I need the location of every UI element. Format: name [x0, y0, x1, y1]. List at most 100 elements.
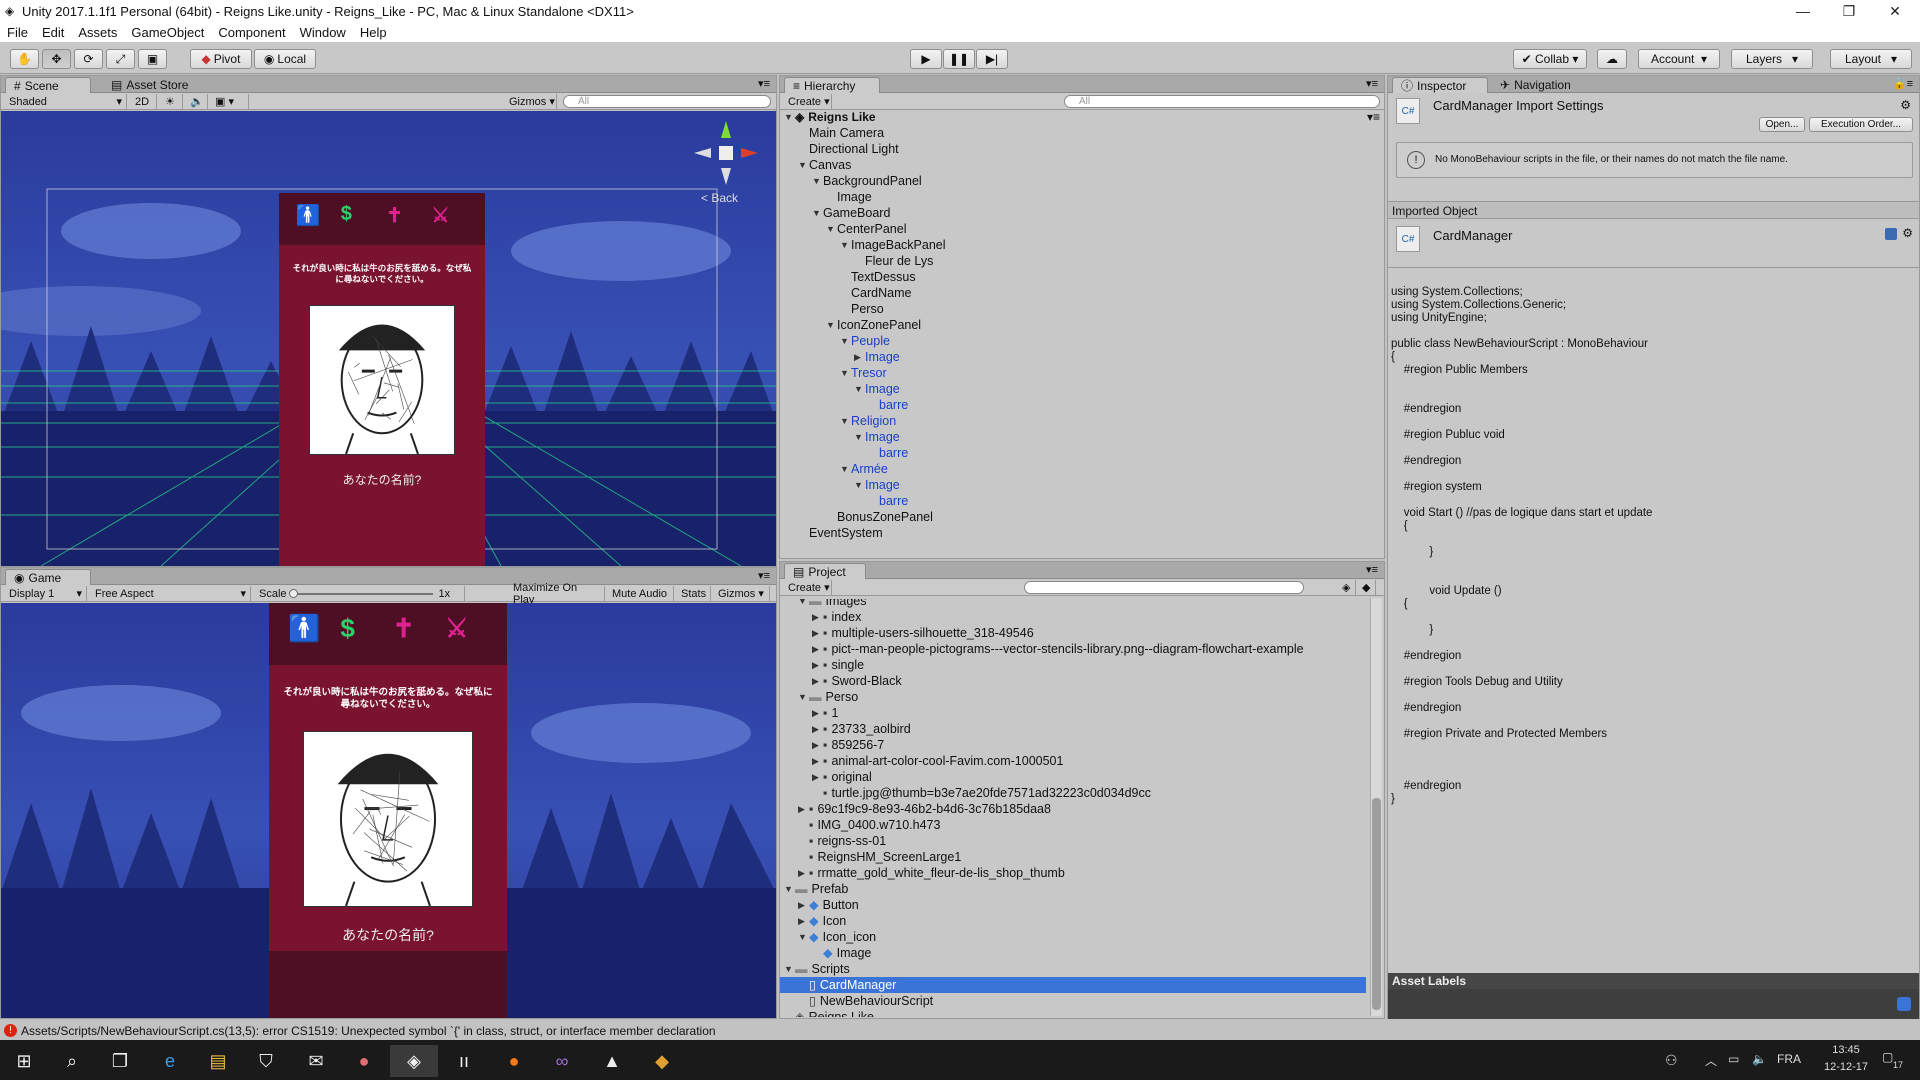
expand-down-icon[interactable]: ▼ [784, 961, 795, 977]
visual-studio-icon[interactable]: ∞ [538, 1045, 586, 1077]
display-dropdown[interactable]: Display 1 ▾ [5, 586, 87, 601]
panel-menu-icon[interactable]: ▾≡ [758, 77, 770, 90]
expand-down-icon[interactable]: ▼ [840, 461, 851, 477]
expand-down-icon[interactable]: ▼ [812, 173, 823, 189]
search-icon[interactable]: ⌕ [48, 1045, 96, 1077]
project-item[interactable]: ▶ ◆ Icon [780, 913, 1366, 929]
project-item[interactable]: ▶ ▪ 859256-7 [780, 737, 1366, 753]
menu-assets[interactable]: Assets [71, 25, 124, 40]
project-search-input[interactable] [1024, 581, 1304, 594]
hierarchy-create-button[interactable]: Create ▾ [784, 94, 832, 109]
audio-icon[interactable]: 🔈 [186, 94, 208, 109]
expand-right-icon[interactable]: ▶ [812, 705, 823, 721]
expand-right-icon[interactable]: ▶ [798, 801, 809, 817]
expand-right-icon[interactable]: ▶ [798, 865, 809, 881]
hierarchy-item[interactable]: EventSystem [798, 525, 883, 541]
expand-right-icon[interactable]: ▶ [798, 897, 809, 913]
rect-tool-icon[interactable]: ▣ [138, 49, 167, 69]
expand-down-icon[interactable]: ▼ [826, 317, 837, 333]
git-icon[interactable]: ◆ [638, 1045, 686, 1077]
mute-audio-toggle[interactable]: Mute Audio [608, 586, 674, 601]
hierarchy-item[interactable]: barre [868, 445, 908, 461]
tab-hierarchy[interactable]: ≡ Hierarchy [784, 77, 880, 93]
project-item[interactable]: ▼ ▬ Perso [780, 689, 1366, 705]
clock-time[interactable]: 13:45 [1820, 1044, 1872, 1056]
collab-button[interactable]: ✔ Collab ▾ [1513, 49, 1587, 69]
project-item[interactable]: ▶ ▪ index [780, 609, 1366, 625]
task-view-icon[interactable]: ❐ [96, 1045, 144, 1077]
step-button[interactable]: ▶| [976, 49, 1008, 69]
expand-right-icon[interactable]: ▶ [812, 609, 823, 625]
hierarchy-item[interactable]: Fleur de Lys [854, 253, 933, 269]
tab-game[interactable]: ◉ Game [5, 569, 91, 585]
app-icon[interactable]: ● [340, 1045, 388, 1077]
gizmos-dropdown[interactable]: Gizmos ▾ [505, 94, 557, 109]
menu-edit[interactable]: Edit [35, 25, 71, 40]
hierarchy-item[interactable]: ▶ Image [854, 349, 900, 365]
scene-search-input[interactable]: All [563, 95, 771, 108]
expand-down-icon[interactable]: ▼ [812, 205, 823, 221]
hierarchy-item[interactable]: barre [868, 493, 908, 509]
project-item[interactable]: ▪ reigns-ss-01 [780, 833, 1366, 849]
scrollbar-thumb[interactable] [1372, 798, 1381, 1010]
project-item[interactable]: ◈ Reigns Like [780, 1009, 1366, 1017]
tab-navigation[interactable]: ✈ Navigation [1492, 77, 1579, 93]
hand-tool-icon[interactable]: ✋ [10, 49, 39, 69]
project-item[interactable]: ▼ ▬ Prefab [780, 881, 1366, 897]
expand-right-icon[interactable]: ▶ [812, 625, 823, 641]
hierarchy-item[interactable]: ▼ Armée [840, 461, 888, 477]
close-icon[interactable]: ✕ [1872, 0, 1918, 22]
project-item[interactable]: ▶ ▪ pict--man-people-pictograms---vector-s… [780, 641, 1366, 657]
project-item[interactable]: ▯ CardManager [780, 977, 1366, 993]
mail-icon[interactable]: ✉ [292, 1045, 340, 1077]
stats-toggle[interactable]: Stats [677, 586, 711, 601]
pause-button[interactable]: ❚❚ [943, 49, 975, 69]
settings-gear-icon[interactable]: ⚙ [1900, 98, 1911, 112]
expand-down-icon[interactable]: ▼ [854, 429, 865, 445]
project-item[interactable]: ▪ IMG_0400.w710.h473 [780, 817, 1366, 833]
project-item[interactable]: ◆ Image [780, 945, 1366, 961]
project-item[interactable]: ▼ ◆ Icon_icon [780, 929, 1366, 945]
expand-right-icon[interactable]: ▶ [812, 657, 823, 673]
hierarchy-item[interactable]: ▼ Tresor [840, 365, 887, 381]
edge-icon[interactable]: e [146, 1045, 194, 1077]
layers-button[interactable]: Layers ▾ [1731, 49, 1813, 69]
project-item[interactable]: ▶ ▪ Sword-Black [780, 673, 1366, 689]
project-item[interactable]: ▶ ▪ 1 [780, 705, 1366, 721]
project-item[interactable]: ▶ ▪ original [780, 769, 1366, 785]
project-item[interactable]: ▪ ReignsHM_ScreenLarge1 [780, 849, 1366, 865]
expand-right-icon[interactable]: ▶ [812, 641, 823, 657]
maximize-on-play-toggle[interactable]: Maximize On Play [509, 586, 605, 601]
move-tool-icon[interactable]: ✥ [42, 49, 71, 69]
local-button[interactable]: ◉ Local [254, 49, 316, 69]
hierarchy-item[interactable]: barre [868, 397, 908, 413]
project-item[interactable]: ▶ ▪ rrmatte_gold_white_fleur-de-lis_shop_t… [780, 865, 1366, 881]
lock-icon[interactable]: 🔒≡ [1893, 77, 1913, 90]
open-button[interactable]: Open... [1759, 117, 1805, 132]
hierarchy-item[interactable]: ▼ IconZonePanel [826, 317, 921, 333]
unity-taskbar-icon[interactable]: ◈ [390, 1045, 438, 1077]
aspect-dropdown[interactable]: Free Aspect ▾ [91, 586, 251, 601]
play-button[interactable]: ▶ [910, 49, 942, 69]
expand-right-icon[interactable]: ▶ [798, 913, 809, 929]
scale-slider[interactable]: Scale 1x [255, 586, 465, 601]
hierarchy-item[interactable]: ▼ Canvas [798, 157, 851, 173]
menu-help[interactable]: Help [353, 25, 394, 40]
panel-menu-icon[interactable]: ▾≡ [1366, 77, 1378, 90]
expand-right-icon[interactable]: ▶ [812, 737, 823, 753]
expand-right-icon[interactable]: ▶ [854, 349, 865, 365]
project-item[interactable]: ▼ ▬ Images [780, 599, 1366, 609]
project-item[interactable]: ▶ ▪ 23733_aolbird [780, 721, 1366, 737]
expand-down-icon[interactable]: ▼ [840, 237, 851, 253]
project-item[interactable]: ▶ ▪ 69c1f9c9-8e93-46b2-b4d6-3c76b185daa8 [780, 801, 1366, 817]
scene-view[interactable]: < Back 🚹 $ ✝ ⚔ それが良い時に私は牛のお尻を舐める。なぜ私に尋ねないでく… [1, 111, 776, 566]
people-icon[interactable]: ⚇ [1665, 1052, 1678, 1069]
execution-order-button[interactable]: Execution Order... [1809, 117, 1913, 132]
project-item[interactable]: ▯ NewBehaviourScript [780, 993, 1366, 1009]
status-bar[interactable]: ! Assets/Scripts/NewBehaviourScript.cs(1… [0, 1021, 1920, 1040]
project-scrollbar[interactable] [1370, 598, 1382, 1016]
hierarchy-item[interactable]: ▼ BackgroundPanel [812, 173, 922, 189]
expand-down-icon[interactable]: ▼ [798, 689, 809, 705]
scene-root[interactable]: ▼ ◈ Reigns Like ▾≡ [784, 109, 1380, 125]
game-view[interactable]: 🚹 $ ✝ ⚔ それが良い時に私は牛のお尻を舐める。なぜ私に尋ねないでください。 あな… [1, 603, 776, 1018]
